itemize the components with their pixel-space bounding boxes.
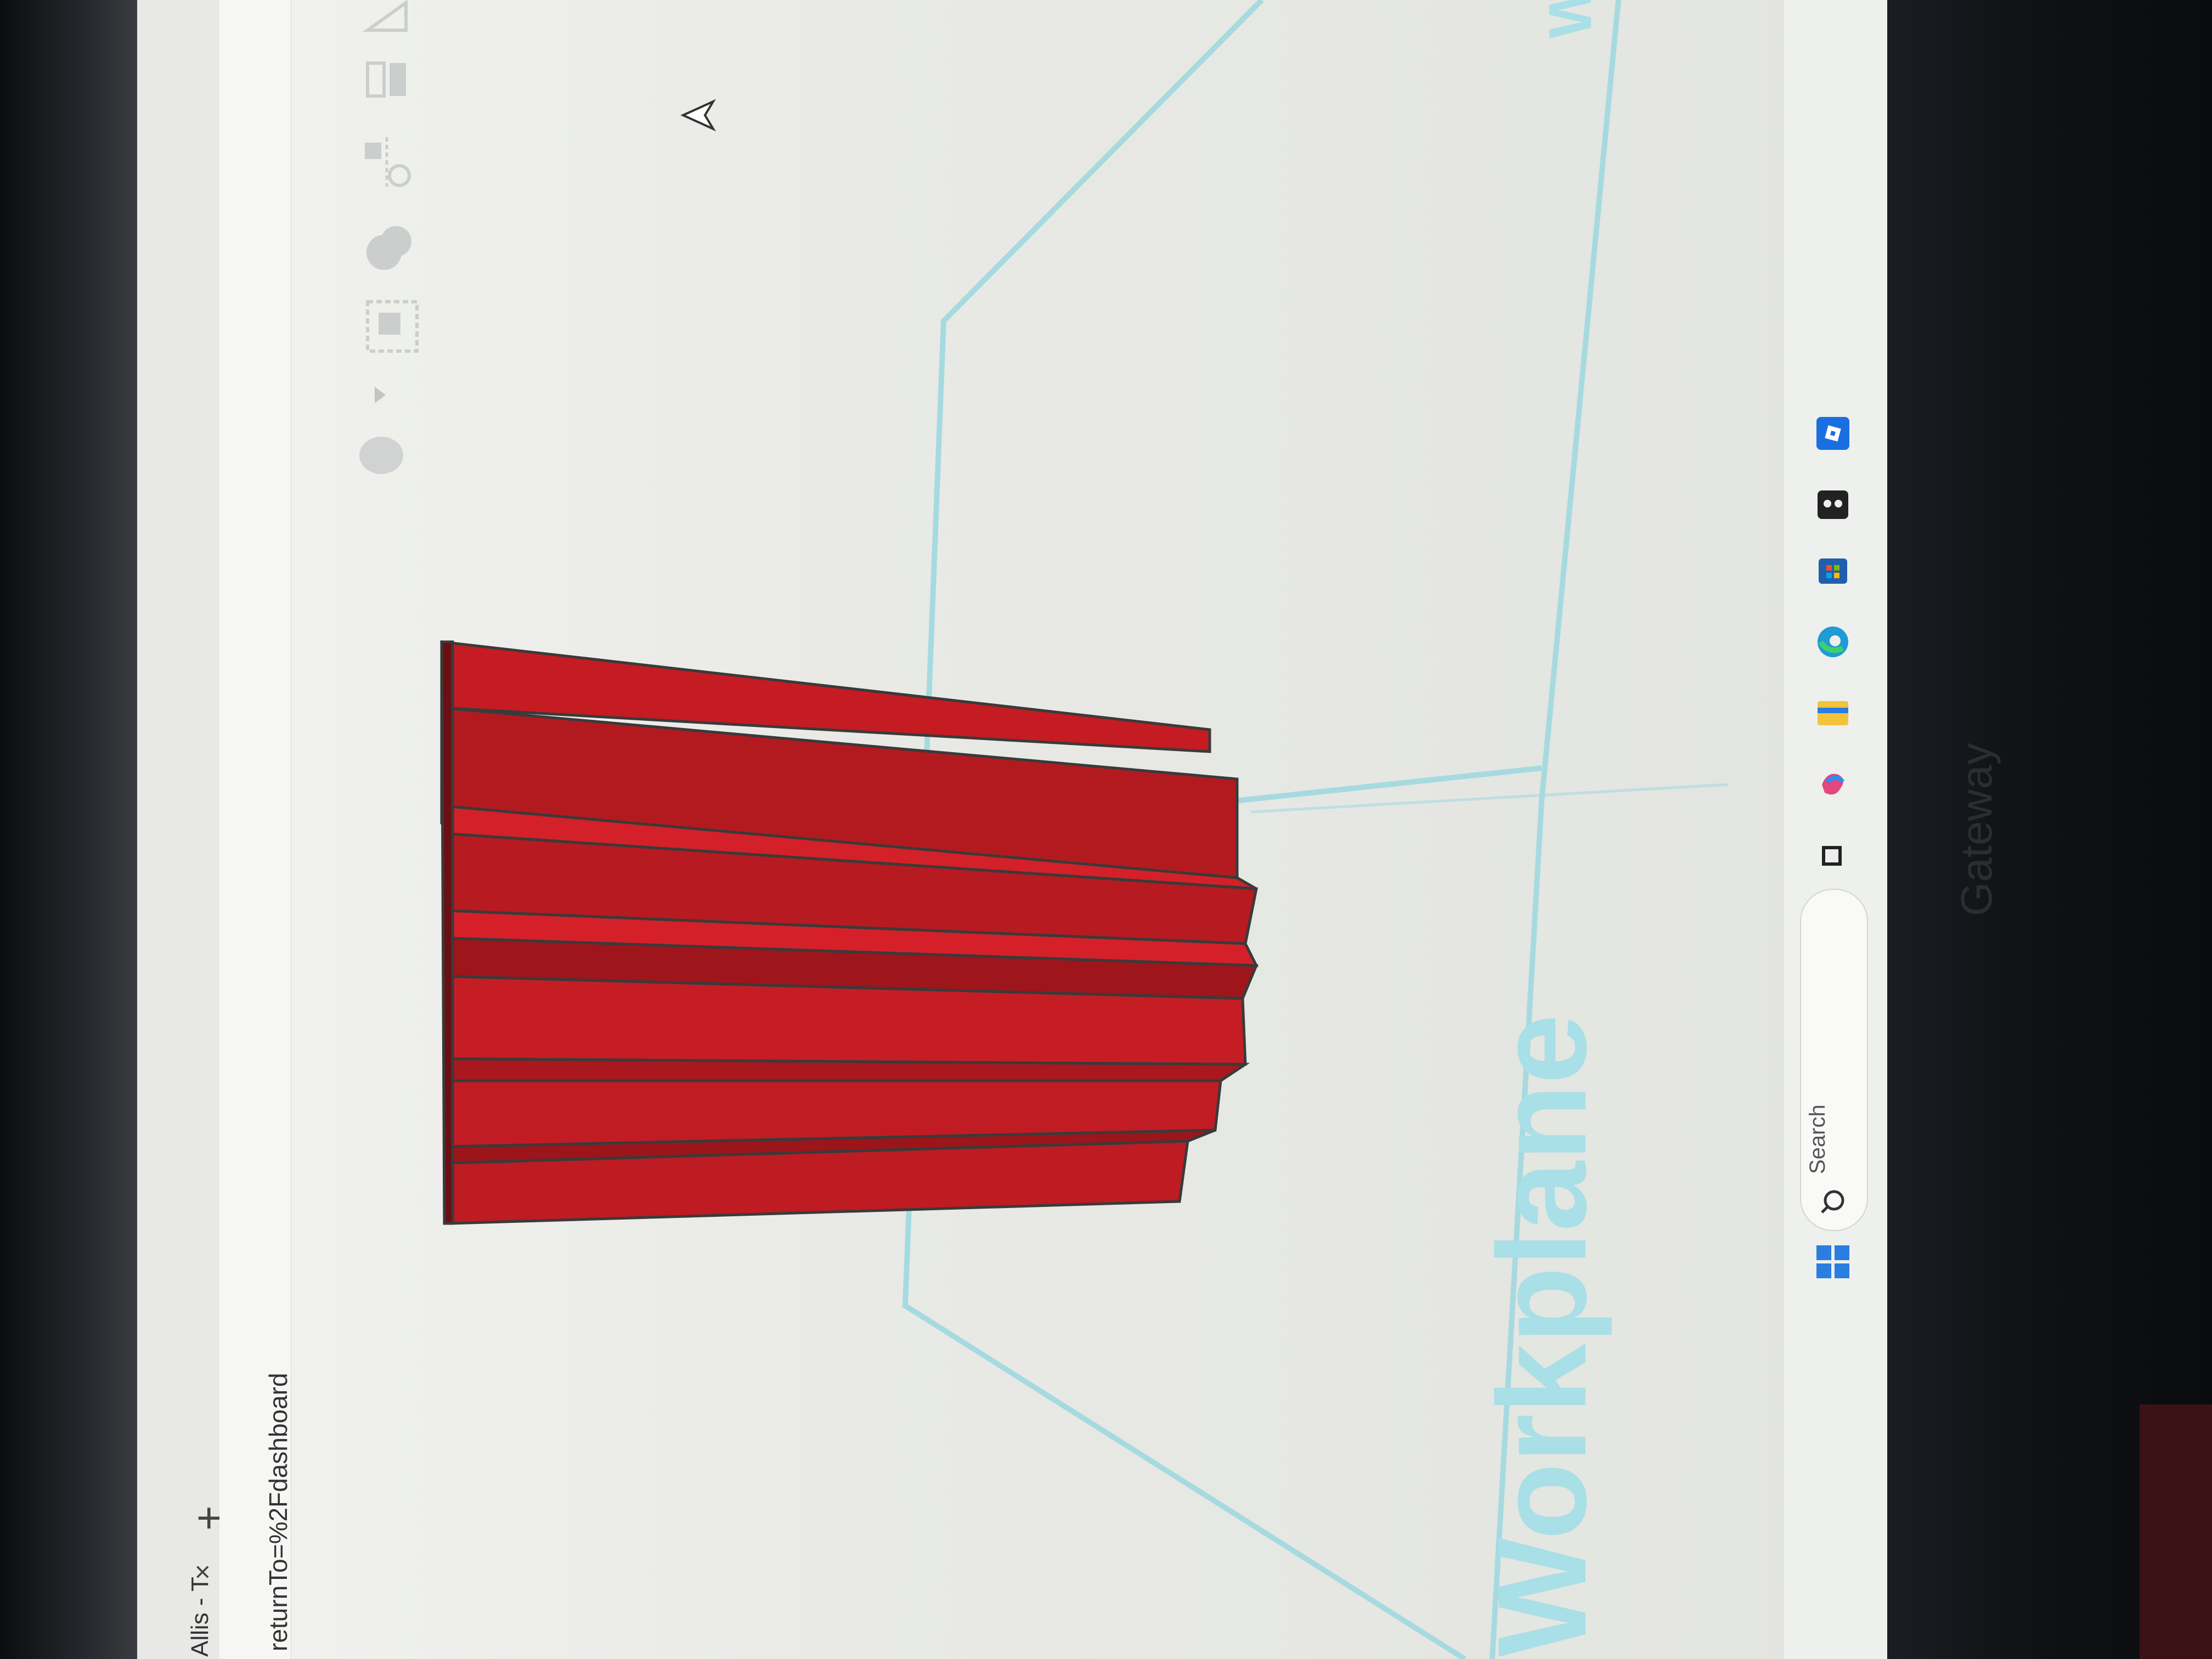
3d-viewport[interactable]: Workplane W xyxy=(137,0,1887,1659)
game-app-icon[interactable] xyxy=(1811,483,1855,527)
store-icon[interactable] xyxy=(1811,549,1855,592)
windows-taskbar: Search xyxy=(1783,0,1887,1659)
windows-start-icon[interactable] xyxy=(1811,1240,1855,1284)
red-shape[interactable] xyxy=(440,640,1259,1225)
copilot-icon[interactable] xyxy=(1811,763,1855,806)
search-placeholder: Search xyxy=(1805,1104,1830,1174)
task-view-icon[interactable] xyxy=(1811,834,1855,878)
brand-text: Gateway xyxy=(1952,743,2001,916)
screen: Allis - T × + returnTo=%2Fdashboard Work… xyxy=(137,0,1887,1659)
monitor-bezel-left xyxy=(0,0,137,1659)
roblox-icon[interactable] xyxy=(1811,411,1855,455)
workplane-label: Workplane xyxy=(1471,1014,1612,1657)
file-explorer-icon[interactable] xyxy=(1811,691,1855,735)
gateway-logo: Gateway xyxy=(1887,735,2052,955)
search-icon[interactable] xyxy=(1811,1180,1855,1223)
workplane-label-partial: W xyxy=(1537,0,1604,38)
background-object xyxy=(2140,1404,2212,1659)
edge-icon[interactable] xyxy=(1811,620,1855,664)
